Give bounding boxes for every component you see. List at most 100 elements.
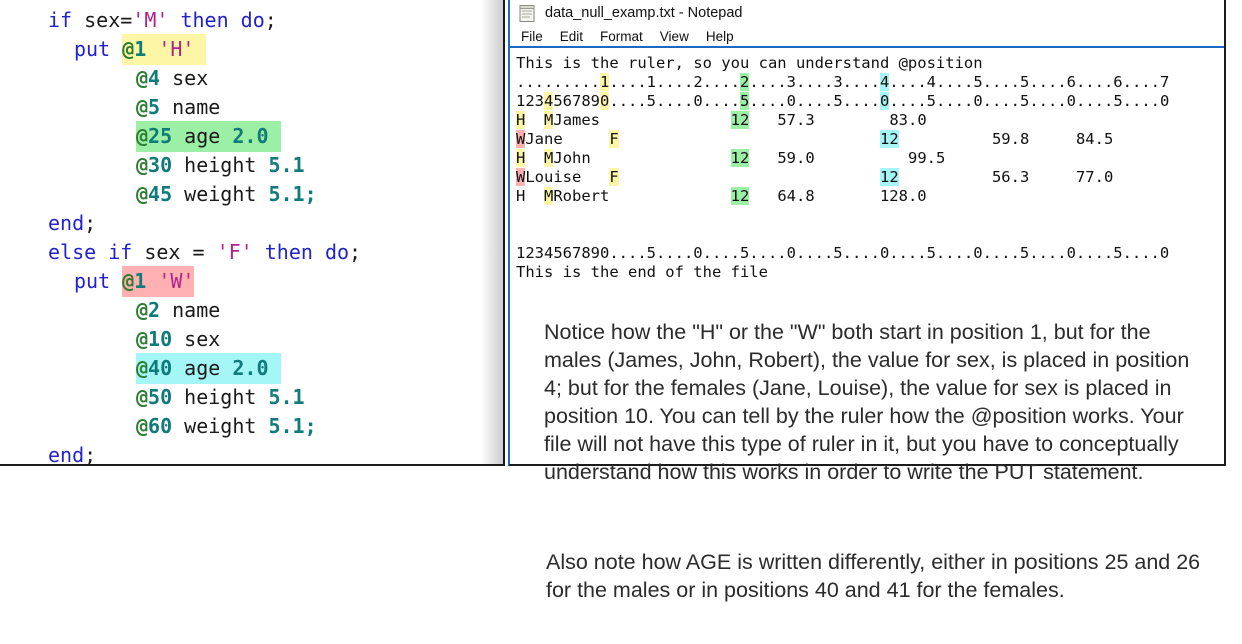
sas-code-listing: if sex='M' then do; put @1 'H' @4 sex @5 n…: [0, 0, 503, 464]
code-token: 5.1: [268, 414, 305, 438]
code-token-highlighted: @: [122, 266, 135, 297]
notepad-token: [516, 225, 525, 243]
code-line: @30 height 5.1: [0, 150, 503, 179]
code-token: name: [160, 298, 221, 322]
notepad-token-highlighted: 2: [740, 73, 750, 91]
notepad-token-highlighted: 0: [880, 92, 890, 110]
code-token: 5: [148, 95, 161, 119]
code-token-highlighted: 25: [148, 121, 173, 152]
code-line: @25 age 2.0: [0, 121, 503, 152]
notepad-token: Robert: [553, 187, 731, 205]
explanation-paragraph-age: Also note how AGE is written differently…: [546, 550, 1201, 602]
code-token: sex: [172, 327, 221, 351]
notepad-token-highlighted: M: [544, 149, 554, 167]
code-token: 5.1: [268, 385, 305, 409]
code-token: name: [160, 95, 221, 119]
menu-item-view[interactable]: View: [660, 29, 689, 44]
code-token: @: [136, 95, 149, 119]
menu-item-format[interactable]: Format: [600, 29, 643, 44]
notepad-token-highlighted: H: [516, 149, 526, 167]
code-token: put: [74, 37, 123, 61]
notepad-token: [525, 149, 544, 167]
menu-item-file[interactable]: File: [521, 29, 543, 44]
notepad-token: .........: [516, 73, 600, 91]
notepad-token: Jane: [525, 130, 610, 148]
code-token-highlighted: 2.0: [232, 353, 269, 384]
code-line: else if sex = 'F' then do;: [0, 237, 503, 266]
code-token-highlighted: 1: [134, 266, 147, 297]
code-line: put @1 'H': [0, 34, 503, 65]
code-token: sex: [160, 66, 209, 90]
notepad-line: WLouise F 12 56.3 77.0: [516, 168, 1224, 187]
notepad-token: John: [553, 149, 731, 167]
code-token-highlighted: 'H': [158, 34, 195, 65]
notepad-token-highlighted: 12: [879, 130, 899, 148]
code-token: @: [136, 66, 149, 90]
notepad-token: 57.3 83.0: [749, 111, 927, 129]
code-line: put @1 'W': [0, 266, 503, 297]
code-token: ;: [349, 240, 362, 264]
notepad-token-highlighted: 12: [730, 187, 750, 205]
notepad-token-highlighted: 4: [544, 92, 554, 110]
code-token-highlighted: @: [122, 34, 135, 65]
code-token: @: [136, 327, 149, 351]
notepad-token-highlighted: 4: [880, 73, 890, 91]
notepad-token: James: [553, 111, 731, 129]
notepad-line: .........1....1....2....2....3....3....4…: [516, 73, 1224, 92]
notepad-token-highlighted: 1: [600, 73, 610, 91]
code-token: 5.1: [268, 153, 305, 177]
notepad-token: [516, 206, 525, 224]
notepad-token: 64.8 128.0: [749, 187, 927, 205]
code-token-highlighted: [268, 353, 281, 384]
notepad-token: 56.3 77.0: [898, 168, 1114, 186]
code-line: @50 height 5.1: [0, 382, 503, 411]
code-token: @: [136, 298, 149, 322]
code-line: if sex='M' then do;: [0, 5, 503, 34]
code-token-highlighted: [194, 34, 207, 65]
code-line: @40 age 2.0: [0, 353, 503, 384]
code-token: ;: [304, 182, 317, 206]
notepad-token: ....1....2....: [609, 73, 740, 91]
notepad-token: ....5....0....: [609, 92, 741, 110]
notepad-menu-bar[interactable]: File Edit Format View Help: [510, 26, 1224, 48]
code-token: else if: [48, 240, 145, 264]
code-line: @60 weight 5.1;: [0, 411, 503, 440]
notepad-token-highlighted: 12: [730, 111, 750, 129]
code-line: @45 weight 5.1;: [0, 179, 503, 208]
code-token: @: [136, 414, 149, 438]
notepad-text-area[interactable]: This is the ruler, so you can understand…: [510, 48, 1224, 282]
menu-item-edit[interactable]: Edit: [560, 29, 583, 44]
notepad-line: 1234567890....5....0....5....0....5....0…: [516, 92, 1224, 111]
notepad-token: ....4....5....5....6....6....7: [889, 73, 1170, 91]
code-token: 'F': [216, 240, 253, 264]
code-token-highlighted: @: [136, 353, 149, 384]
notepad-token-highlighted: W: [516, 168, 526, 186]
code-token: ;: [84, 211, 97, 235]
code-token: weight: [172, 414, 269, 438]
code-token-highlighted: @: [136, 121, 149, 152]
code-token: @: [136, 385, 149, 409]
code-token: 10: [148, 327, 173, 351]
code-token: sex=: [84, 8, 133, 32]
notepad-token: This is the end of the file: [516, 263, 768, 281]
code-token-highlighted: age: [172, 121, 233, 152]
sas-code-panel: if sex='M' then do; put @1 'H' @4 sex @5 n…: [0, 0, 505, 466]
code-token: if: [48, 8, 85, 32]
notepad-line: [516, 225, 1224, 244]
code-token: then do: [180, 8, 265, 32]
menu-item-help[interactable]: Help: [706, 29, 734, 44]
code-token: then do: [264, 240, 350, 264]
notepad-token-highlighted: F: [609, 168, 619, 186]
notepad-token: Louise: [525, 168, 610, 186]
code-token: 45: [148, 182, 173, 206]
code-token: 60: [148, 414, 173, 438]
screenshot-root: if sex='M' then do; put @1 'H' @4 sex @5 n…: [0, 0, 1242, 644]
notepad-token: 59.8 84.5: [898, 130, 1114, 148]
code-token: ;: [304, 414, 317, 438]
notepad-token: [619, 168, 880, 186]
notepad-token: ....3....3....: [749, 73, 880, 91]
notepad-line: This is the end of the file: [516, 263, 1224, 282]
code-token: put: [74, 269, 123, 293]
notepad-token: [525, 111, 544, 129]
